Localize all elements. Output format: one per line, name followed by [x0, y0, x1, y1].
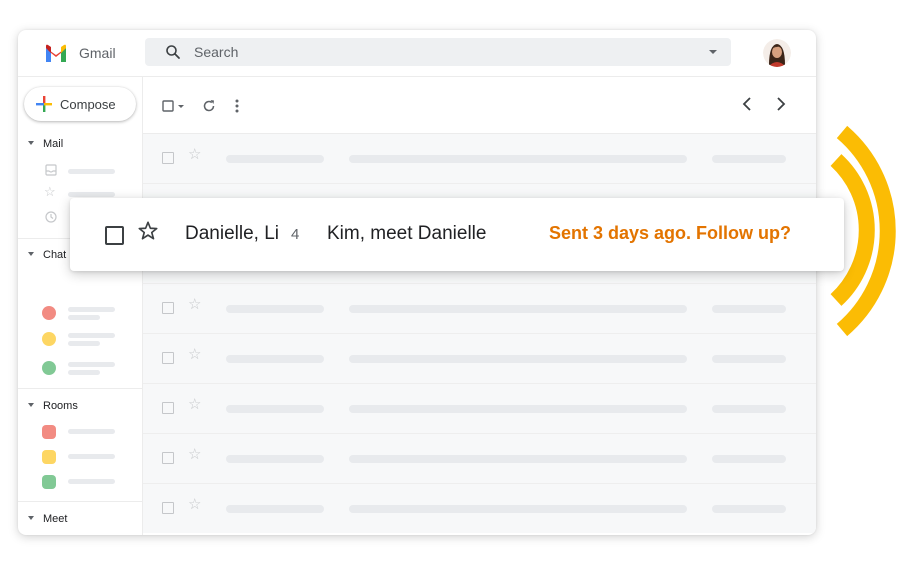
checkbox-icon[interactable]: [162, 152, 174, 164]
section-mail-label: Mail: [43, 138, 64, 150]
sidebar-placeholder-line: [68, 333, 115, 338]
star-icon[interactable]: [137, 220, 159, 242]
star-icon[interactable]: ☆: [44, 184, 56, 200]
sidebar-placeholder-line: [68, 341, 100, 346]
date-placeholder: [712, 405, 786, 413]
date-placeholder: [712, 455, 786, 463]
more-vert-icon[interactable]: [235, 99, 239, 113]
follow-up-nudge: Sent 3 days ago. Follow up?: [549, 223, 792, 243]
chevron-right-icon[interactable]: [776, 96, 786, 112]
section-meet-label: Meet: [43, 513, 68, 525]
app-name: Gmail: [79, 45, 116, 61]
checkbox-icon[interactable]: [162, 302, 174, 314]
subject-placeholder: [349, 405, 687, 413]
list-item[interactable]: ☆: [143, 484, 816, 533]
chevron-left-icon[interactable]: [742, 96, 752, 112]
sidebar-placeholder-line: [68, 370, 100, 375]
star-icon[interactable]: ☆: [188, 447, 201, 462]
checkbox-icon[interactable]: [162, 502, 174, 514]
refresh-icon[interactable]: [202, 99, 216, 113]
subject-placeholder: [349, 305, 687, 313]
chat-avatar-dot[interactable]: [42, 306, 56, 320]
section-rooms-label: Rooms: [43, 400, 78, 412]
section-chat[interactable]: Chat: [28, 249, 66, 261]
section-mail[interactable]: Mail: [28, 138, 63, 150]
star-icon[interactable]: ☆: [188, 297, 201, 312]
room-icon[interactable]: [42, 425, 56, 439]
sender-placeholder: [226, 355, 324, 363]
star-icon[interactable]: ☆: [188, 497, 201, 512]
section-rooms[interactable]: Rooms: [28, 400, 78, 412]
avatar[interactable]: [763, 39, 791, 67]
room-icon[interactable]: [42, 450, 56, 464]
subject-placeholder: [349, 355, 687, 363]
sidebar: Compose Mail ☆ Chat Rooms Meet: [18, 77, 143, 535]
list-item[interactable]: ☆: [143, 134, 816, 184]
checkbox-icon[interactable]: [162, 352, 174, 364]
inbox-icon[interactable]: [45, 164, 57, 176]
date-placeholder: [712, 505, 786, 513]
compose-label: Compose: [60, 97, 116, 112]
sidebar-divider: [18, 501, 142, 502]
sidebar-divider: [18, 388, 142, 389]
date-placeholder: [712, 355, 786, 363]
gmail-logo[interactable]: [44, 43, 68, 63]
subject-placeholder: [349, 505, 687, 513]
thread-count: 4: [291, 226, 300, 243]
chat-avatar-dot[interactable]: [42, 332, 56, 346]
checkbox-icon[interactable]: [162, 402, 174, 414]
sidebar-placeholder-line: [68, 479, 115, 484]
highlighted-email-row[interactable]: Danielle, Li 4 Kim, meet Danielle Sent 3…: [70, 198, 844, 271]
sender-placeholder: [226, 455, 324, 463]
search-bar[interactable]: Search: [145, 38, 731, 66]
sender-placeholder: [226, 405, 324, 413]
select-all-checkbox-icon[interactable]: [162, 100, 186, 112]
dropdown-caret-icon[interactable]: [709, 50, 717, 54]
sidebar-placeholder-line: [68, 307, 115, 312]
compose-button[interactable]: Compose: [24, 87, 136, 121]
chat-avatar-dot[interactable]: [42, 361, 56, 375]
list-item[interactable]: ☆: [143, 284, 816, 334]
sidebar-placeholder-line: [68, 429, 115, 434]
sidebar-placeholder-line: [68, 454, 115, 459]
sidebar-placeholder-line: [68, 169, 115, 174]
top-bar: Gmail Search: [18, 30, 816, 77]
sender-placeholder: [226, 155, 324, 163]
date-placeholder: [712, 155, 786, 163]
list-toolbar: [143, 77, 816, 134]
checkbox-icon[interactable]: [105, 226, 124, 245]
checkbox-icon[interactable]: [162, 452, 174, 464]
date-placeholder: [712, 305, 786, 313]
sidebar-placeholder-line: [68, 192, 115, 197]
star-icon[interactable]: ☆: [188, 397, 201, 412]
star-icon[interactable]: ☆: [188, 147, 201, 162]
room-icon[interactable]: [42, 475, 56, 489]
subject-placeholder: [349, 155, 687, 163]
section-meet[interactable]: Meet: [28, 513, 67, 525]
subject-placeholder: [349, 455, 687, 463]
search-icon[interactable]: [165, 44, 181, 60]
list-item[interactable]: ☆: [143, 384, 816, 434]
list-item[interactable]: ☆: [143, 334, 816, 384]
sidebar-placeholder-line: [68, 362, 115, 367]
clock-icon[interactable]: [45, 211, 57, 223]
section-chat-label: Chat: [43, 249, 67, 261]
email-sender: Danielle, Li: [185, 223, 279, 244]
email-subject: Kim, meet Danielle: [327, 223, 487, 244]
sender-placeholder: [226, 505, 324, 513]
search-input[interactable]: Search: [194, 44, 238, 60]
compose-plus-icon: [36, 96, 52, 112]
sidebar-placeholder-line: [68, 315, 100, 320]
list-item[interactable]: ☆: [143, 434, 816, 484]
star-icon[interactable]: ☆: [188, 347, 201, 362]
sender-placeholder: [226, 305, 324, 313]
gmail-window: Gmail Search Compose Mail ☆ Chat Rooms M…: [18, 30, 816, 535]
